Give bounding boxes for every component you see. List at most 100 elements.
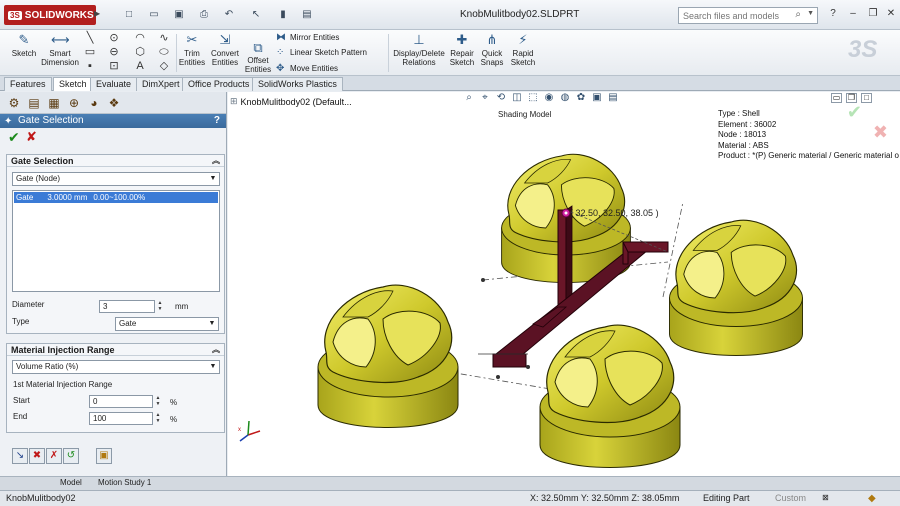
tab-features[interactable]: Features	[4, 77, 52, 91]
text-icon[interactable]: A	[134, 60, 146, 72]
gate-type-select[interactable]: Gate (Node) ▼	[12, 172, 220, 186]
save-icon[interactable]: ▣	[172, 8, 186, 22]
gate-settings-icon[interactable]: ▣	[96, 448, 112, 464]
reference-triad-icon: x	[238, 420, 261, 442]
spin-arrows-icon[interactable]: ▲ ▼	[154, 412, 162, 425]
list-item[interactable]: Gate 3.0000 mm 0.00~100.00%	[14, 192, 218, 203]
tab-solidworks-plastics[interactable]: SolidWorks Plastics	[252, 77, 343, 91]
diameter-input[interactable]: 3 ▲ ▼	[99, 300, 162, 313]
print-icon[interactable]: ⎙	[197, 8, 211, 22]
hide-show-icon[interactable]: ◍	[559, 92, 571, 106]
view-orientation-icon[interactable]: ⬚	[527, 92, 539, 106]
search-box[interactable]: ⌕ ▼	[678, 7, 818, 24]
graphics-viewport[interactable]: ⊞ KnobMulitbody02 (Default... ⌕ ⌖ ⟲ ◫ ⬚ …	[228, 92, 900, 476]
remove-all-icon[interactable]: ✗	[46, 448, 62, 464]
feature-tree-root[interactable]: ⊞ KnobMulitbody02 (Default...	[230, 96, 352, 107]
feature-tree-icon[interactable]: ⚙	[6, 95, 22, 111]
status-options-icon[interactable]: ⊠	[822, 493, 829, 502]
property-manager-panel: ⚙ ▤ ▦ ⊕ ◕ ❖ ✦ Gate Selection ? ✔ ✘ Gate …	[0, 92, 227, 476]
centerline-icon[interactable]: ⊡	[108, 60, 120, 72]
section-view-icon[interactable]: ◫	[511, 92, 523, 106]
options-icon[interactable]: ▤	[300, 8, 314, 22]
status-rebuild-icon[interactable]: ◆	[868, 493, 876, 504]
solidworks-logo[interactable]: 3S SOLIDWORKS	[4, 5, 96, 25]
close-icon[interactable]: ✕	[884, 7, 898, 21]
collapse-icon[interactable]: ︽	[212, 344, 220, 356]
property-manager-icon[interactable]: ▤	[26, 95, 42, 111]
add-gate-icon[interactable]: ↘	[12, 448, 28, 464]
plane-icon[interactable]: ◇	[158, 60, 170, 72]
sketch-button[interactable]: ✎ Sketch	[8, 32, 40, 58]
cancel-x-icon[interactable]: ✘	[26, 129, 37, 145]
rebuild-icon[interactable]: ▮	[276, 8, 290, 22]
select-icon[interactable]: ↖	[249, 8, 263, 22]
search-icon[interactable]: ⌕	[795, 9, 801, 20]
gate-point-marker[interactable]	[561, 208, 571, 218]
undo-gate-icon[interactable]: ↺	[63, 448, 79, 464]
svg-text:x: x	[238, 427, 241, 433]
point-icon[interactable]: ▪	[84, 60, 96, 72]
mirror-entities-button[interactable]: ⧓ Mirror Entities	[276, 32, 339, 43]
delete-gate-icon[interactable]: ✖	[29, 448, 45, 464]
menu-arrow-icon[interactable]: ▶	[94, 9, 100, 18]
scene-icon[interactable]: ▣	[591, 92, 603, 106]
tab-office-products[interactable]: Office Products	[182, 77, 256, 91]
display-style-icon[interactable]: ◉	[543, 92, 555, 106]
ellipse-icon[interactable]: ⬭	[158, 46, 170, 58]
help-icon[interactable]: ?	[826, 7, 840, 21]
tab-motion-study[interactable]: Motion Study 1	[94, 477, 155, 489]
linear-sketch-pattern-button[interactable]: ⁘ Linear Sketch Pattern	[276, 47, 367, 58]
spline-icon[interactable]: ∿	[158, 32, 170, 44]
end-input[interactable]: 100 ▲ ▼	[89, 412, 160, 425]
zoom-to-fit-icon[interactable]: ⌕	[463, 92, 475, 106]
rapid-sketch-button[interactable]: ⚡ Rapid Sketch	[508, 32, 538, 67]
rectangle-icon[interactable]: ▭	[84, 46, 96, 58]
move-entities-button[interactable]: ✥ Move Entities	[276, 63, 338, 74]
minimize-icon[interactable]: –	[846, 7, 860, 21]
spin-arrows-icon[interactable]: ▲ ▼	[154, 395, 162, 408]
status-mode: Editing Part	[703, 493, 750, 503]
restore-icon[interactable]: ❐	[866, 7, 880, 21]
tab-model[interactable]: Model	[56, 477, 86, 489]
undo-icon[interactable]: ↶	[222, 8, 236, 22]
tab-evaluate[interactable]: Evaluate	[90, 77, 138, 91]
new-icon[interactable]: □	[122, 8, 136, 22]
help-icon[interactable]: ?	[214, 114, 220, 128]
convert-entities-button[interactable]: ⇲ Convert Entities	[208, 32, 242, 67]
trim-entities-button[interactable]: ✂ Trim Entities	[178, 32, 206, 67]
plastics-icon[interactable]: ❖	[106, 95, 122, 111]
view-settings-icon[interactable]: ▤	[607, 92, 619, 106]
spin-arrows-icon[interactable]: ▲ ▼	[156, 300, 164, 313]
viewport-maximize-icon[interactable]: □	[861, 93, 872, 103]
status-units[interactable]: Custom	[775, 493, 806, 503]
gate-list[interactable]: Gate 3.0000 mm 0.00~100.00%	[12, 190, 220, 292]
slot-icon[interactable]: ⊖	[108, 46, 120, 58]
collapse-icon[interactable]: ︽	[212, 155, 220, 167]
dimxpert-icon[interactable]: ⊕	[66, 95, 82, 111]
display-delete-relations-button[interactable]: ⊥ Display/Delete Relations	[392, 32, 446, 67]
tab-dimxpert[interactable]: DimXpert	[136, 77, 186, 91]
smart-dimension-button[interactable]: ⟷ Smart Dimension	[40, 32, 80, 67]
tab-sketch[interactable]: Sketch	[53, 77, 93, 91]
ok-check-icon[interactable]: ✔	[8, 129, 20, 146]
type-select[interactable]: Gate ▼	[115, 317, 219, 331]
appearance-icon[interactable]: ✿	[575, 92, 587, 106]
injection-mode-select[interactable]: Volume Ratio (%) ▼	[12, 360, 220, 374]
open-icon[interactable]: ▭	[147, 8, 161, 22]
repair-sketch-button[interactable]: ✚ Repair Sketch	[448, 32, 476, 67]
line-icon[interactable]: ╲	[84, 32, 96, 44]
display-manager-icon[interactable]: ◕	[86, 95, 102, 111]
circle-icon[interactable]: ⊙	[108, 32, 120, 44]
quick-snaps-button[interactable]: ⋔ Quick Snaps	[478, 32, 506, 67]
offset-entities-button[interactable]: ⧉ Offset Entities	[242, 40, 274, 74]
start-input[interactable]: 0 ▲ ▼	[89, 395, 160, 408]
arc-icon[interactable]: ◠	[134, 32, 146, 44]
polygon-icon[interactable]: ⬡	[134, 46, 146, 58]
command-manager: ✎ Sketch ⟷ Smart Dimension ╲ ⊙ ◠ ∿ ▭ ⊖ ⬡…	[0, 30, 900, 76]
viewport-split-icon[interactable]: ▭	[831, 93, 842, 103]
chevron-down-icon[interactable]: ▼	[807, 10, 814, 17]
zoom-area-icon[interactable]: ⌖	[479, 92, 491, 106]
previous-view-icon[interactable]: ⟲	[495, 92, 507, 106]
configuration-icon[interactable]: ▦	[46, 95, 62, 111]
search-input[interactable]	[683, 10, 783, 21]
